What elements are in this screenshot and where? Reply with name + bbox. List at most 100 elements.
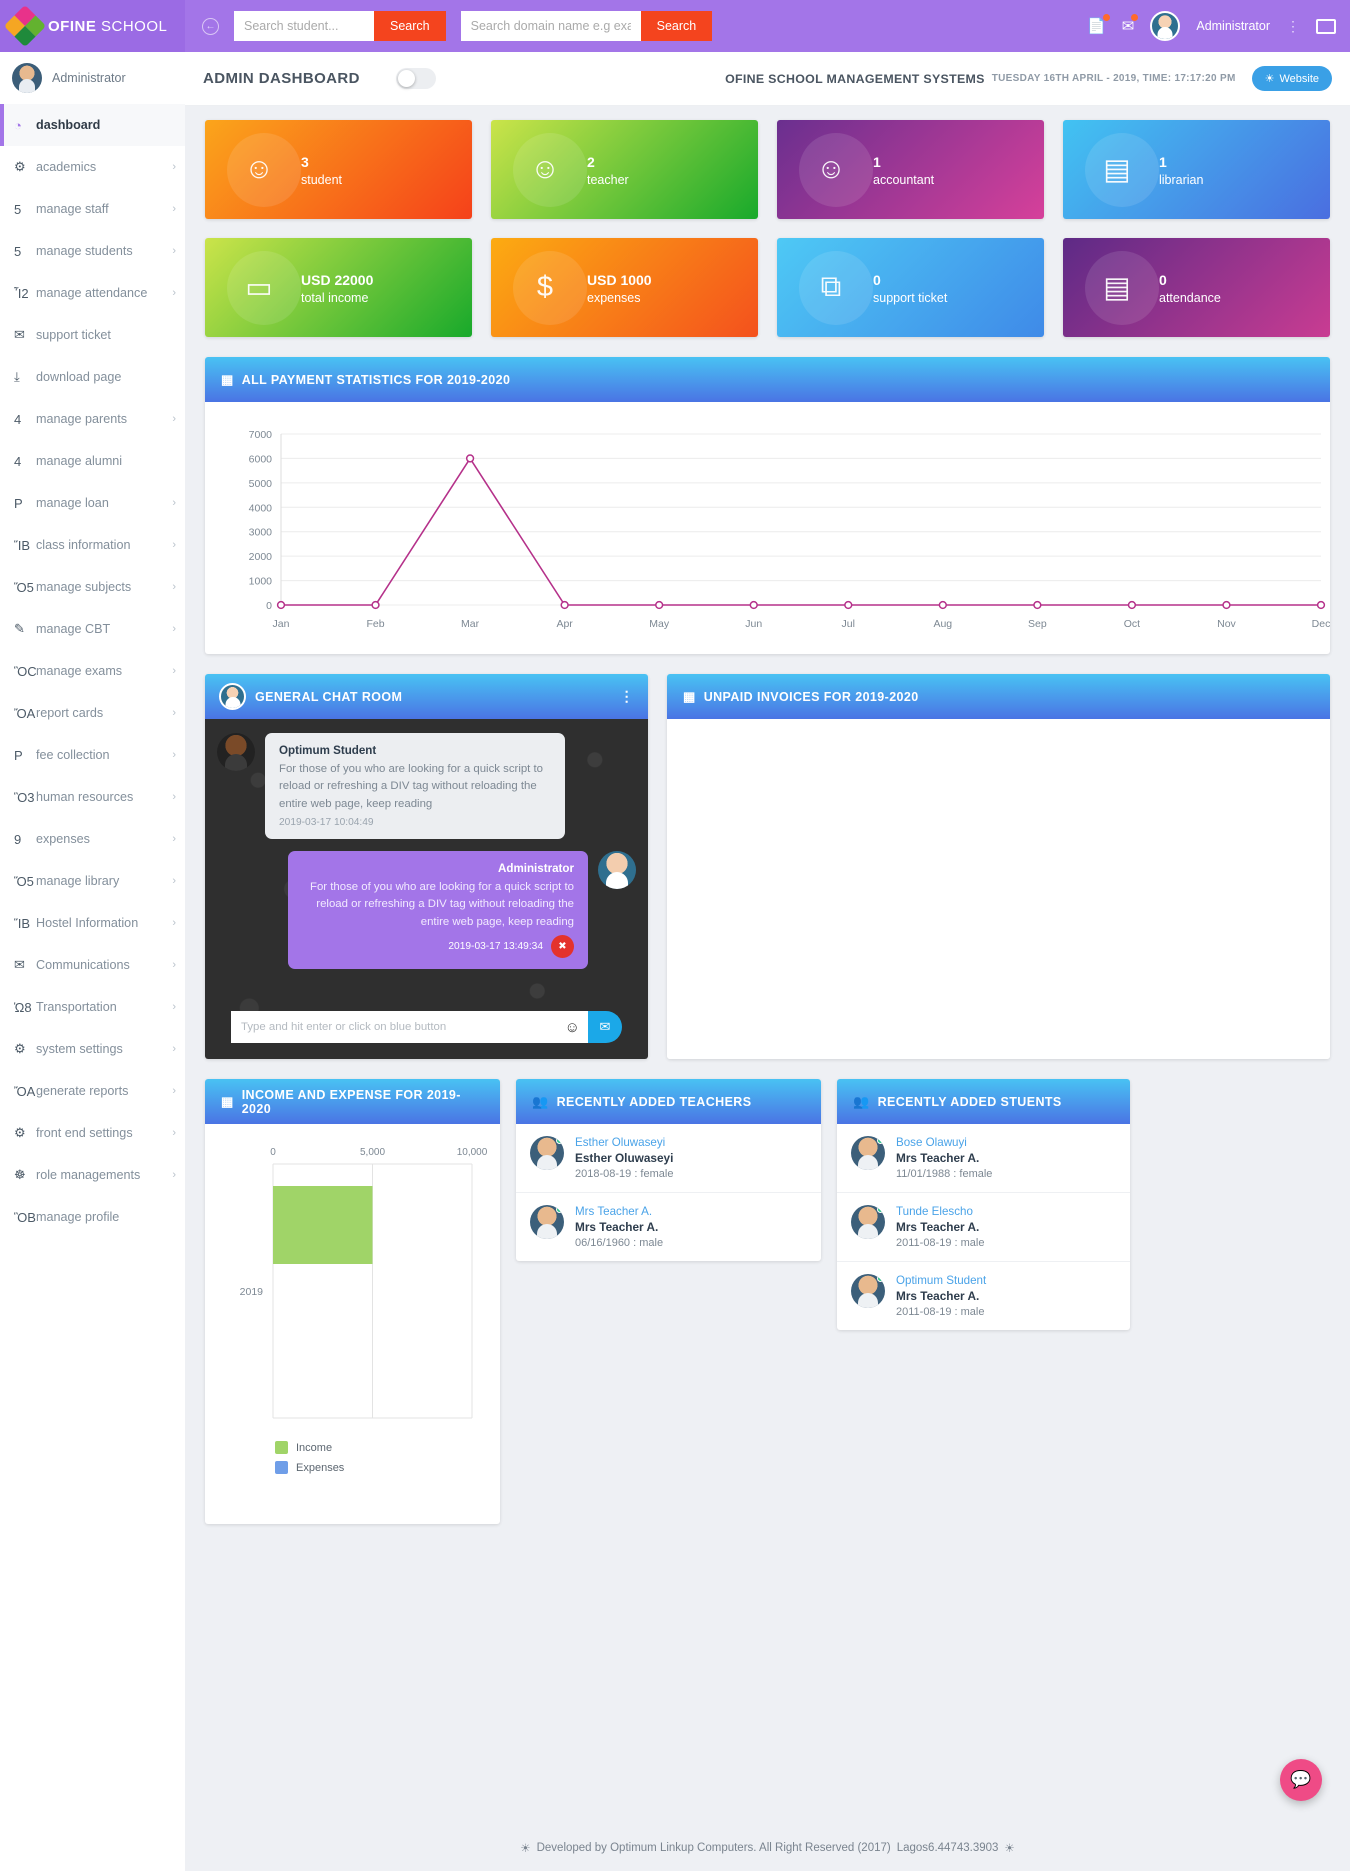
sidebar-user[interactable]: Administrator xyxy=(0,52,185,104)
sidebar-item-generate-reports[interactable]: ὌA generate reports › xyxy=(0,1070,185,1112)
stat-card-value: 0 xyxy=(873,270,947,291)
sidebar-item-download-page[interactable]: ⤓ download page xyxy=(0,356,185,398)
stat-card-teacher[interactable]: ☺ 2 teacher xyxy=(491,120,758,219)
person-link[interactable]: Esther Oluwaseyi xyxy=(575,1136,807,1149)
avatar[interactable] xyxy=(1150,11,1180,41)
sidebar-item-manage-exams[interactable]: ὋC manage exams › xyxy=(0,650,185,692)
sidebar-item-manage-library[interactable]: Ὅ5 manage library › xyxy=(0,860,185,902)
kebab-menu-icon[interactable]: ⋮ xyxy=(1286,18,1300,35)
svg-text:1000: 1000 xyxy=(249,576,273,588)
sidebar-item-role-managements[interactable]: ☸ role managements › xyxy=(0,1154,185,1196)
sidebar-item-communications[interactable]: ✉ Communications › xyxy=(0,944,185,986)
sidebar-item-manage-parents[interactable]: ὆4 manage parents › xyxy=(0,398,185,440)
delete-message-button[interactable]: ✖ xyxy=(551,935,574,958)
sidebar-item-label: Hostel Information xyxy=(36,916,172,930)
svg-text:5,000: 5,000 xyxy=(360,1147,385,1158)
chat-invoices-row: GENERAL CHAT ROOM ⋮ Optimum Student For t… xyxy=(205,674,1330,1059)
sidebar-item-fee-collection[interactable]: Pfee collection › xyxy=(0,734,185,776)
stat-card-value: 1 xyxy=(873,152,934,173)
sidebar-item-hostel-information[interactable]: ἽB Hostel Information › xyxy=(0,902,185,944)
stat-card-total-income[interactable]: ▭ USD 22000 total income xyxy=(205,238,472,337)
chat-messages: Optimum Student For those of you who are … xyxy=(205,719,648,1059)
legend-item-income: Income xyxy=(275,1441,490,1454)
sidebar-item-academics[interactable]: ⚙ academics › xyxy=(0,146,185,188)
list-item[interactable]: Esther Oluwaseyi Esther Oluwaseyi 2018-08-… xyxy=(516,1124,821,1193)
chevron-right-icon: › xyxy=(172,1043,176,1055)
bottom-row: ▦ INCOME AND EXPENSE FOR 2019-2020 0 5,00… xyxy=(205,1079,1330,1524)
logo-icon xyxy=(4,5,46,47)
domain-search-button[interactable]: Search xyxy=(641,11,713,41)
person-meta: 06/16/1960 : male xyxy=(575,1237,807,1249)
sidebar-item-dashboard[interactable]: ◔ dashboard xyxy=(0,104,185,146)
list-item[interactable]: Tunde Elescho Mrs Teacher A. 2011-08-19 : … xyxy=(837,1193,1130,1262)
sidebar-item-icon: Ὃ3 xyxy=(14,790,36,805)
person-link[interactable]: Mrs Teacher A. xyxy=(575,1205,807,1218)
sidebar-item-expenses[interactable]: ὚9 expenses › xyxy=(0,818,185,860)
list-item[interactable]: Mrs Teacher A. Mrs Teacher A. 06/16/1960 :… xyxy=(516,1193,821,1261)
sidebar-item-manage-attendance[interactable]: Ἶ2 manage attendance › xyxy=(0,272,185,314)
person-link[interactable]: Optimum Student xyxy=(896,1274,1116,1287)
sidebar-item-system-settings[interactable]: ⚙ system settings › xyxy=(0,1028,185,1070)
stat-card-librarian[interactable]: ▤ 1 librarian xyxy=(1063,120,1330,219)
people-icon: 👥 xyxy=(853,1094,870,1110)
stat-card-student[interactable]: ☺ 3 student xyxy=(205,120,472,219)
chevron-right-icon: › xyxy=(172,581,176,593)
teachers-list: Esther Oluwaseyi Esther Oluwaseyi 2018-08-… xyxy=(516,1124,821,1261)
sidebar-toggle-switch[interactable] xyxy=(396,68,436,89)
website-button[interactable]: ☀ Website xyxy=(1252,66,1332,91)
invoices-body xyxy=(667,719,1330,1059)
svg-text:7000: 7000 xyxy=(249,429,273,441)
sidebar-item-front-end-settings[interactable]: ⚙ front end settings › xyxy=(0,1112,185,1154)
sidebar-item-support-ticket[interactable]: ✉ support ticket xyxy=(0,314,185,356)
chevron-right-icon: › xyxy=(172,875,176,887)
sidebar-item-manage-staff[interactable]: ὆5 manage staff › xyxy=(0,188,185,230)
payment-statistics-panel: ▦ ALL PAYMENT STATISTICS FOR 2019-2020 0… xyxy=(205,357,1330,654)
unpaid-invoices-panel: ▦ UNPAID INVOICES FOR 2019-2020 xyxy=(667,674,1330,1059)
avatar xyxy=(851,1205,885,1239)
stat-card-expenses[interactable]: $ USD 1000 expenses xyxy=(491,238,758,337)
chat-options-icon[interactable]: ⋮ xyxy=(620,688,634,705)
brand-logo[interactable]: OFINE SCHOOL xyxy=(0,0,185,52)
stat-card-label: accountant xyxy=(873,173,934,187)
chat-input[interactable] xyxy=(231,1011,595,1043)
chevron-right-icon: › xyxy=(172,833,176,845)
student-search-button[interactable]: Search xyxy=(374,11,446,41)
domain-search-input[interactable] xyxy=(461,11,641,41)
dashboard-page: OFINE SCHOOL ← Search Search 📄 ✉ Adminis… xyxy=(0,0,1350,1871)
student-search-input[interactable] xyxy=(234,11,374,41)
legend-label: Expenses xyxy=(296,1462,344,1474)
chat-fab-button[interactable]: 💬 xyxy=(1280,1759,1322,1801)
person-meta: 2011-08-19 : male xyxy=(896,1306,1116,1318)
stat-card-accountant[interactable]: ☺ 1 accountant xyxy=(777,120,1044,219)
mail-icon[interactable]: ✉ xyxy=(1122,17,1135,35)
domain-search-group: Search xyxy=(461,11,713,41)
chat-message-avatar xyxy=(217,733,255,771)
sidebar-item-report-cards[interactable]: ὌA report cards › xyxy=(0,692,185,734)
person-link[interactable]: Bose Olawuyi xyxy=(896,1136,1116,1149)
emoji-icon[interactable]: ☺ xyxy=(565,1019,580,1036)
apps-icon[interactable]: 📄 xyxy=(1087,17,1106,35)
stat-card-attendance[interactable]: ▤ 0 attendance xyxy=(1063,238,1330,337)
stat-card-support-ticket[interactable]: ⧉ 0 support ticket xyxy=(777,238,1044,337)
sidebar-item-manage-profile[interactable]: ὋB manage profile xyxy=(0,1196,185,1238)
list-item[interactable]: Bose Olawuyi Mrs Teacher A. 11/01/1988 : f… xyxy=(837,1124,1130,1193)
list-item[interactable]: Optimum Student Mrs Teacher A. 2011-08-19 … xyxy=(837,1262,1130,1330)
sidebar-item-manage-alumni[interactable]: ὆4 manage alumni xyxy=(0,440,185,482)
sidebar-item-manage-students[interactable]: ὆5 manage students › xyxy=(0,230,185,272)
sidebar-item-transportation[interactable]: Ὡ8 Transportation › xyxy=(0,986,185,1028)
back-circle-icon[interactable]: ← xyxy=(202,18,219,35)
topbar-actions: 📄 ✉ Administrator ⋮ xyxy=(1087,11,1350,41)
sidebar-item-human-resources[interactable]: Ὃ3 human resources › xyxy=(0,776,185,818)
recent-teachers-panel: 👥 RECENTLY ADDED TEACHERS Esther Oluwase… xyxy=(516,1079,821,1261)
person-link[interactable]: Tunde Elescho xyxy=(896,1205,1116,1218)
online-badge xyxy=(877,1137,884,1144)
svg-text:4000: 4000 xyxy=(249,502,273,514)
send-message-button[interactable]: ✉ xyxy=(588,1011,622,1043)
sidebar-item-manage-cbt[interactable]: ✎ manage CBT › xyxy=(0,608,185,650)
chat-bubble: Optimum Student For those of you who are … xyxy=(265,733,565,839)
payment-line-chart: 0 1000 2000 3000 4000 5000 6000 7000 Jan Feb Mar Ap… xyxy=(205,402,1330,654)
window-icon[interactable] xyxy=(1316,19,1336,34)
sidebar-item-class-information[interactable]: ἽB class information › xyxy=(0,524,185,566)
sidebar-item-manage-loan[interactable]: Pmanage loan › xyxy=(0,482,185,524)
sidebar-item-manage-subjects[interactable]: Ὅ5 manage subjects › xyxy=(0,566,185,608)
